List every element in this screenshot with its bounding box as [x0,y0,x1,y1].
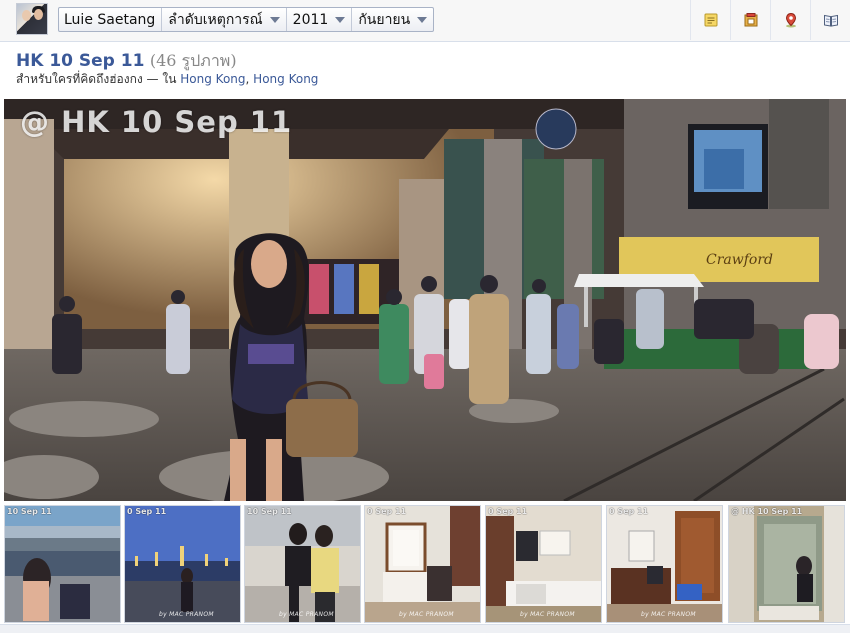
book-icon [823,14,838,27]
album-photo-count: (46 รูปภาพ) [149,51,237,70]
timeline-box-icon [744,13,757,27]
thumbnail-watermark: 0 Sep 11 [609,507,649,516]
location-city-link[interactable]: Hong Kong [180,72,245,86]
thumbnail-watermark: 10 Sep 11 [7,507,52,516]
note-icon [704,13,717,27]
thumbnail-3[interactable]: 10 Sep 11 by MAC PRANOM [244,505,361,623]
location-button[interactable] [770,0,810,40]
month-label: กันยายน [358,11,411,28]
thumbnail-1[interactable]: 10 Sep 11 [4,505,121,623]
toolbar [690,0,850,40]
timeline-dropdown[interactable]: ลำดับเหตุการณ์ [162,8,287,31]
thumbnail-watermark: 10 Sep 11 [247,507,292,516]
location-pin-icon [785,12,796,28]
thumbnail-credit: by MAC PRANOM [520,611,575,618]
timeline-box-button[interactable] [730,0,770,40]
avatar[interactable] [16,3,48,35]
thumbnail-image [365,506,480,622]
thumbnail-5[interactable]: 0 Sep 11 by MAC PRANOM [485,505,602,623]
year-dropdown[interactable]: 2011 [287,8,353,31]
chevron-down-icon [269,16,280,23]
timeline-selector: Luie Saetang ลำดับเหตุการณ์ 2011 กันยายน [58,7,435,32]
thumbnail-credit: by MAC PRANOM [399,611,454,618]
timeline-label: ลำดับเหตุการณ์ [168,11,263,28]
month-dropdown[interactable]: กันยายน [352,8,433,31]
thumbnail-watermark: 0 Sep 11 [367,507,407,516]
chevron-down-icon [335,16,346,23]
thumbnail-credit: by MAC PRANOM [279,611,334,618]
album-caption: สำหรับใครที่คิดถึงฮ่องกง — ใน [16,72,177,86]
user-name-button[interactable]: Luie Saetang [59,8,163,31]
thumbnail-credit: by MAC PRANOM [641,611,696,618]
user-name: Luie Saetang [64,11,156,28]
thumbnail-7[interactable]: @ HK 10 Sep 11 [728,505,845,623]
bottom-strip [0,624,850,633]
thumbnail-image [5,506,120,622]
main-photo[interactable]: Crawford @ HK 10 Sep 11 [4,99,846,501]
thumbnail-image [729,506,844,622]
thumbnail-image [125,506,240,622]
year-label: 2011 [292,11,329,28]
thumbnail-watermark: 0 Sep 11 [127,507,167,516]
thumbnail-strip: 10 Sep 11 0 Sep 11 by MAC PRANOM 10 Sep … [4,505,846,623]
chevron-down-icon [417,16,428,23]
album-name-link[interactable]: HK 10 Sep 11 [16,51,144,71]
thumbnail-watermark: @ HK 10 Sep 11 [731,507,803,516]
location-separator: , [245,72,250,86]
thumbnail-4[interactable]: 0 Sep 11 by MAC PRANOM [364,505,481,623]
main-photo-image: Crawford [4,99,846,501]
thumbnail-watermark: 0 Sep 11 [488,507,528,516]
thumbnail-image [607,506,722,622]
book-button[interactable] [810,0,850,40]
profile-top-bar: Luie Saetang ลำดับเหตุการณ์ 2011 กันยายน [0,0,850,42]
album-description: สำหรับใครที่คิดถึงฮ่องกง — ใน Hong Kong,… [16,70,318,89]
thumbnail-image [486,506,601,622]
billboard-text: Crawford [706,252,773,268]
location-region-link[interactable]: Hong Kong [253,72,318,86]
thumbnail-image [245,506,360,622]
thumbnail-2[interactable]: 0 Sep 11 by MAC PRANOM [124,505,241,623]
thumbnail-credit: by MAC PRANOM [159,611,214,618]
thumbnail-6[interactable]: 0 Sep 11 by MAC PRANOM [606,505,723,623]
photo-watermark: @ HK 10 Sep 11 [20,105,293,139]
note-button[interactable] [690,0,730,40]
